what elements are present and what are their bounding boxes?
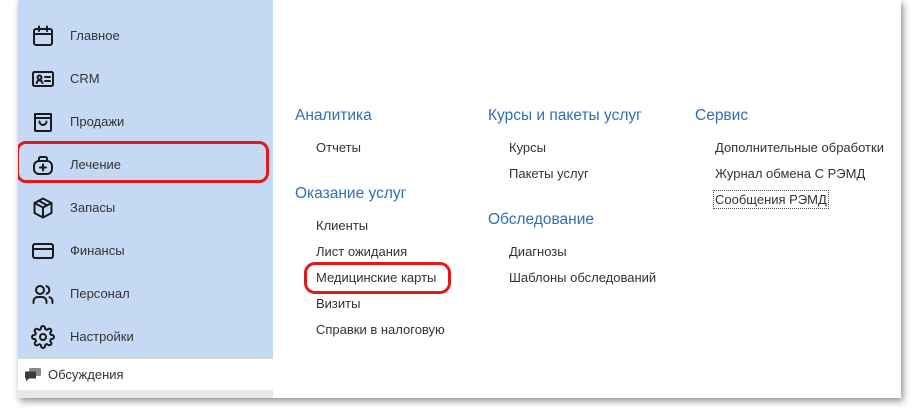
chat-bubbles-icon bbox=[25, 368, 41, 382]
section-title-courses: Курсы и пакеты услуг bbox=[488, 107, 642, 124]
sidebar-item-finance[interactable]: Финансы bbox=[18, 229, 273, 272]
link-waiting-list[interactable]: Лист ожидания bbox=[316, 244, 407, 259]
sidebar-item-main[interactable]: Главное bbox=[18, 14, 273, 57]
link-reports[interactable]: Отчеты bbox=[316, 140, 361, 155]
link-service-packages[interactable]: Пакеты услуг bbox=[509, 166, 589, 181]
link-medical-records[interactable]: Медицинские карты bbox=[316, 270, 436, 285]
link-visits[interactable]: Визиты bbox=[316, 296, 360, 311]
section-title-examination: Обследование bbox=[488, 211, 595, 228]
link-diagnoses[interactable]: Диагнозы bbox=[509, 244, 567, 259]
box-icon bbox=[33, 197, 53, 218]
link-remd-messages[interactable]: Сообщения РЭМД bbox=[713, 190, 829, 209]
section-title-analytics: Аналитика bbox=[295, 107, 372, 124]
link-tax-certificates[interactable]: Справки в налоговую bbox=[316, 322, 445, 337]
gear-icon bbox=[31, 324, 55, 349]
link-additional-processing[interactable]: Дополнительные обработки bbox=[715, 140, 884, 155]
sidebar-item-label: Персонал bbox=[70, 286, 130, 301]
link-courses[interactable]: Курсы bbox=[509, 140, 546, 155]
credit-card-icon bbox=[32, 242, 54, 259]
calendar-icon bbox=[33, 25, 53, 46]
medical-bag-icon bbox=[33, 155, 53, 175]
link-clients[interactable]: Клиенты bbox=[316, 218, 368, 233]
sidebar-item-settings[interactable]: Настройки bbox=[18, 315, 273, 358]
sidebar-item-label: Финансы bbox=[70, 243, 125, 258]
users-icon bbox=[32, 284, 54, 304]
id-card-icon bbox=[32, 70, 54, 87]
sidebar-item-crm[interactable]: CRM bbox=[18, 57, 273, 100]
sidebar-item-label: Продажи bbox=[70, 114, 125, 129]
sidebar: Главное CRM Продажи Лечение Запасы Финан… bbox=[18, 0, 273, 358]
link-exam-templates[interactable]: Шаблоны обследований bbox=[509, 270, 656, 285]
sidebar-item-label: Запасы bbox=[70, 200, 116, 215]
section-title-service: Сервис bbox=[695, 107, 749, 124]
sidebar-item-label: Настройки bbox=[70, 329, 134, 344]
sidebar-item-label: CRM bbox=[70, 71, 100, 86]
sidebar-item-staff[interactable]: Персонал bbox=[18, 272, 273, 315]
app-window: Главное CRM Продажи Лечение Запасы Финан… bbox=[18, 0, 901, 398]
discussions-button[interactable]: Обсуждения bbox=[18, 358, 273, 391]
link-remd-exchange-log[interactable]: Журнал обмена С РЭМД bbox=[715, 166, 865, 181]
sidebar-item-stock[interactable]: Запасы bbox=[18, 186, 273, 229]
section-title-services: Оказание услуг bbox=[295, 185, 407, 202]
sidebar-item-treatment[interactable]: Лечение bbox=[18, 143, 273, 186]
sidebar-item-label: Лечение bbox=[70, 157, 122, 172]
sidebar-item-label: Главное bbox=[70, 28, 120, 43]
discussions-label: Обсуждения bbox=[48, 367, 124, 382]
shopping-bag-icon bbox=[34, 112, 52, 132]
function-menu: Аналитика Отчеты Оказание услуг Клиенты … bbox=[273, 0, 901, 398]
sidebar-bottom-strip bbox=[18, 390, 273, 398]
sidebar-item-sales[interactable]: Продажи bbox=[18, 100, 273, 143]
